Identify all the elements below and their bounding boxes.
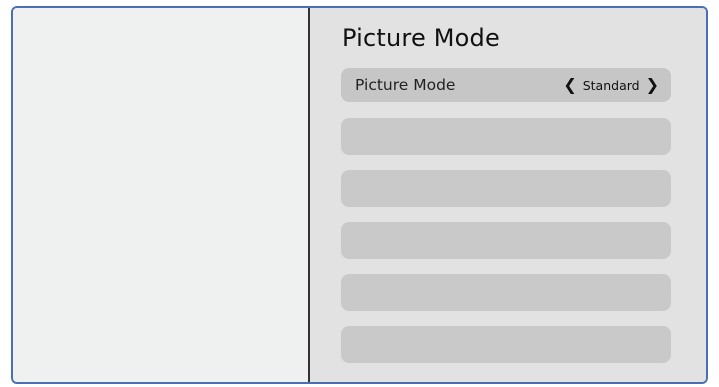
menu-row-empty-4[interactable]: [341, 274, 671, 311]
settings-panel: Picture Mode Picture Mode ❮ Standard ❯: [310, 8, 706, 382]
menu-row-empty-3[interactable]: [341, 222, 671, 259]
chevron-left-icon[interactable]: ❮: [563, 77, 576, 93]
menu-row-empty-2[interactable]: [341, 170, 671, 207]
chevron-right-icon[interactable]: ❯: [646, 77, 659, 93]
menu-row-empty-1[interactable]: [341, 118, 671, 155]
picture-mode-value: Standard: [582, 77, 640, 93]
menu-row-empty-5[interactable]: [341, 326, 671, 363]
tv-settings-screen: Picture Mode Picture Mode ❮ Standard ❯: [11, 6, 708, 384]
picture-mode-selector[interactable]: ❮ Standard ❯: [563, 77, 659, 93]
panel-title: Picture Mode: [342, 24, 500, 52]
picture-mode-row[interactable]: Picture Mode ❮ Standard ❯: [341, 68, 671, 102]
preview-pane: [13, 8, 310, 382]
picture-mode-label: Picture Mode: [355, 76, 456, 94]
